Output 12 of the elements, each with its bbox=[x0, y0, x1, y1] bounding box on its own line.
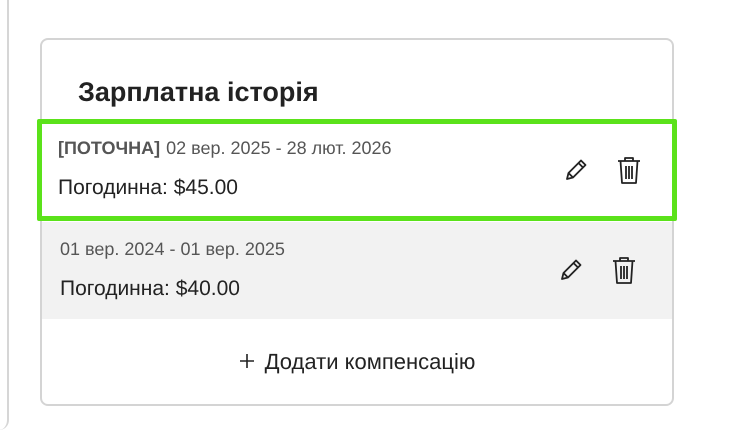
add-compensation-button[interactable]: Додати компенсацію bbox=[230, 340, 484, 382]
date-range: 02 вер. 2025 - 28 лют. 2026 bbox=[166, 137, 392, 160]
plus-icon bbox=[238, 353, 255, 369]
hourly-rate: Погодинна: $40.00 bbox=[60, 276, 241, 302]
trash-icon[interactable] bbox=[611, 255, 637, 285]
salary-entry[interactable]: [ПОТОЧНА] 02 вер. 2025 - 28 лют. 2026 Погодинна: $45.00 bbox=[37, 118, 677, 220]
salary-entry[interactable]: 01 вер. 2024 - 01 вер. 2025 Погодинна: $40.00 bbox=[42, 222, 672, 318]
current-label: [ПОТОЧНА] bbox=[58, 137, 160, 160]
trash-icon[interactable] bbox=[616, 154, 642, 184]
section-title: Зарплатна історія bbox=[78, 77, 319, 107]
date-range: 01 вер. 2024 - 01 вер. 2025 bbox=[60, 238, 285, 261]
hourly-rate: Погодинна: $45.00 bbox=[58, 175, 239, 202]
